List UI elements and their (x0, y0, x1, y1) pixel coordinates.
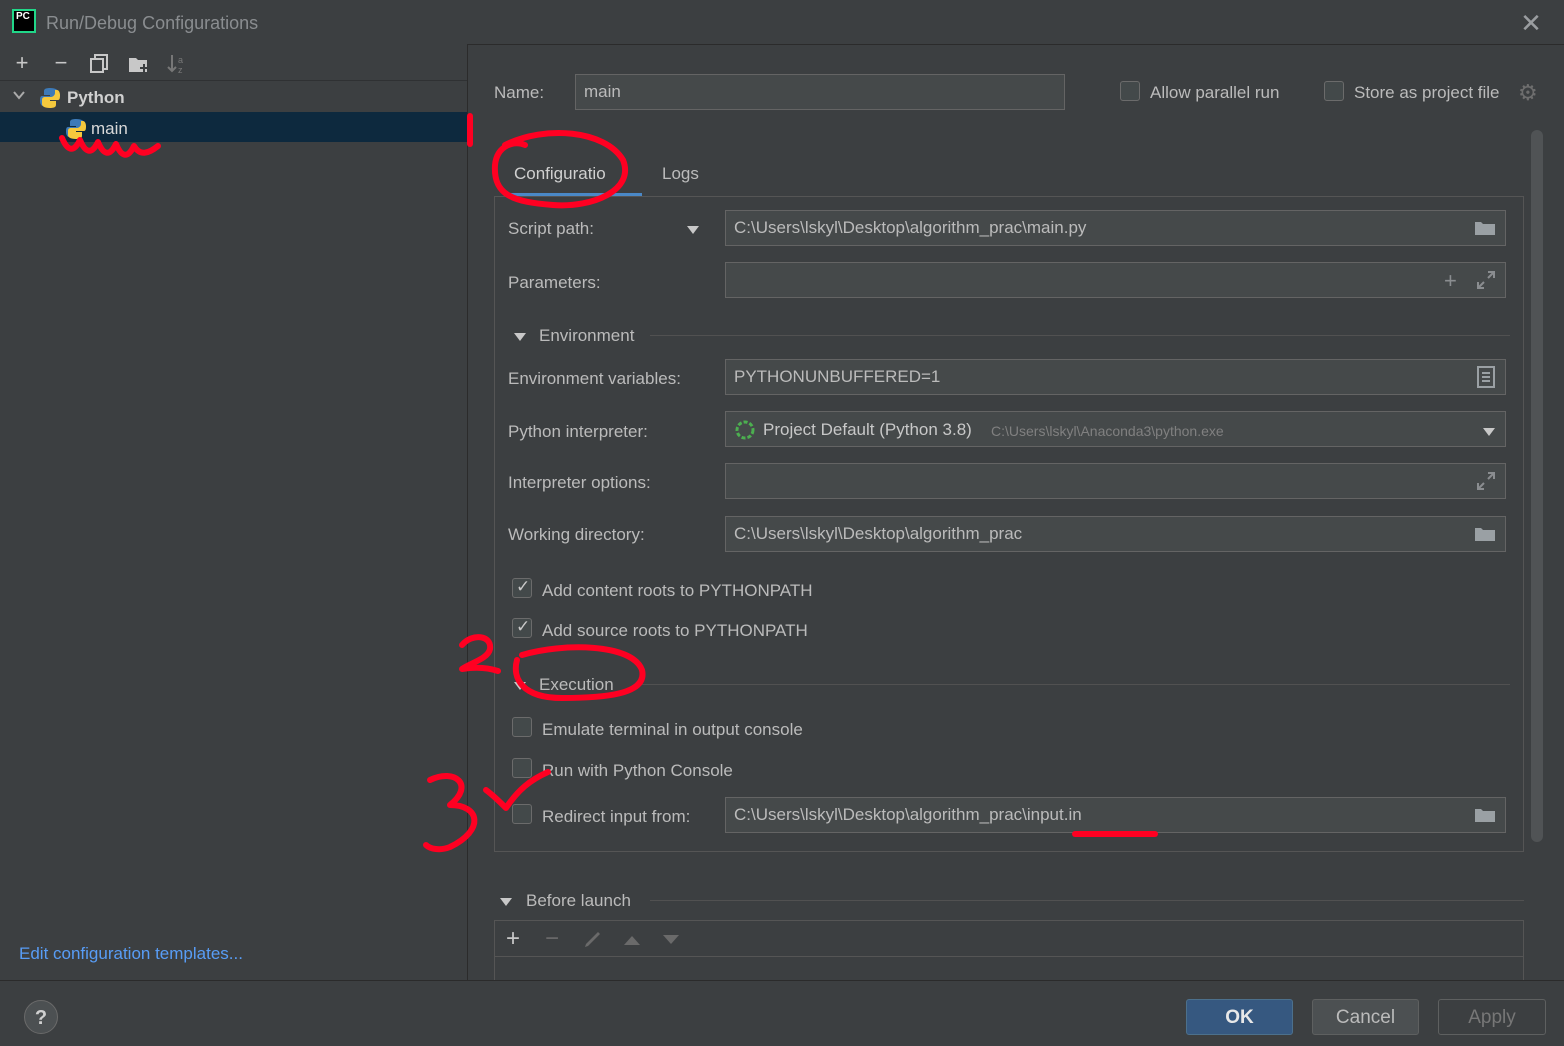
squiggle-underline-main (59, 135, 161, 158)
annotation-3-mark (423, 773, 478, 853)
annotation-2-mark (459, 634, 501, 674)
circle-configuration-tab (491, 130, 628, 209)
red-annotations-overlay (59, 113, 1158, 853)
circle-execution-section (512, 644, 646, 701)
check-mark-redirect (483, 769, 551, 811)
